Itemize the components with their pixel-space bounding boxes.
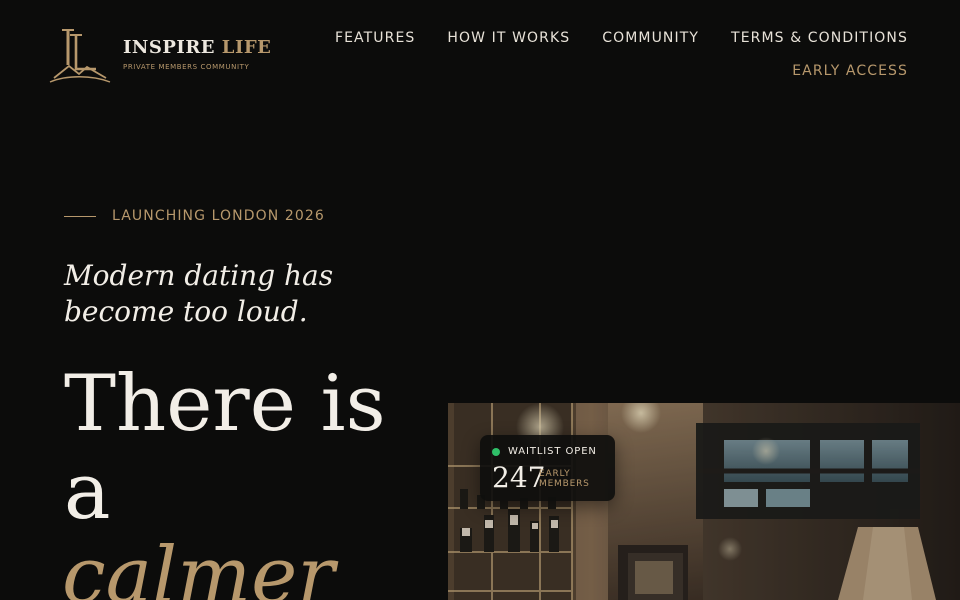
hero-subheading: Modern dating has become too loud. bbox=[64, 259, 334, 328]
brand-name-accent: LIFE bbox=[221, 37, 272, 58]
nav-early-access-link[interactable]: EARLY ACCESS bbox=[792, 63, 908, 79]
status-dot-icon bbox=[492, 447, 500, 456]
brand-name-main: INSPIRE bbox=[123, 37, 216, 58]
landing-page: INSPIRE LIFE PRIVATE MEMBERS COMMUNITY F… bbox=[0, 0, 960, 600]
eyebrow-rule bbox=[64, 215, 96, 217]
hero-headline: There is a bbox=[64, 359, 386, 537]
nav-how-it-works-link[interactable]: HOW IT WORKS bbox=[447, 30, 570, 46]
hero-headline-accent: calmer bbox=[62, 531, 335, 600]
waitlist-status: WAITLIST OPEN bbox=[492, 446, 597, 457]
brand-logo[interactable]: INSPIRE LIFE PRIVATE MEMBERS COMMUNITY bbox=[48, 26, 271, 86]
nav-terms-link[interactable]: TERMS & CONDITIONS bbox=[731, 30, 908, 46]
nav-community-link[interactable]: COMMUNITY bbox=[602, 30, 699, 46]
hero-headline-line1: There is bbox=[64, 359, 386, 449]
brand-name: INSPIRE LIFE bbox=[123, 37, 271, 58]
hero-eyebrow: LAUNCHING LONDON 2026 bbox=[64, 208, 325, 224]
eyebrow-text: LAUNCHING LONDON 2026 bbox=[112, 208, 325, 224]
main-nav: FEATURES HOW IT WORKS COMMUNITY TERMS & … bbox=[335, 30, 908, 46]
waitlist-card: WAITLIST OPEN 247 EARLY MEMBERS bbox=[480, 435, 615, 501]
hero-image bbox=[448, 403, 960, 600]
brand-monogram-icon bbox=[49, 29, 111, 83]
waitlist-caption: EARLY MEMBERS bbox=[539, 469, 590, 489]
restaurant-interior-illustration bbox=[448, 403, 960, 600]
brand-tagline: PRIVATE MEMBERS COMMUNITY bbox=[123, 63, 250, 71]
waitlist-status-label: WAITLIST OPEN bbox=[508, 446, 597, 457]
nav-features-link[interactable]: FEATURES bbox=[335, 30, 415, 46]
waitlist-member-count: 247 bbox=[492, 461, 546, 494]
hero-headline-line2: a bbox=[64, 447, 111, 537]
